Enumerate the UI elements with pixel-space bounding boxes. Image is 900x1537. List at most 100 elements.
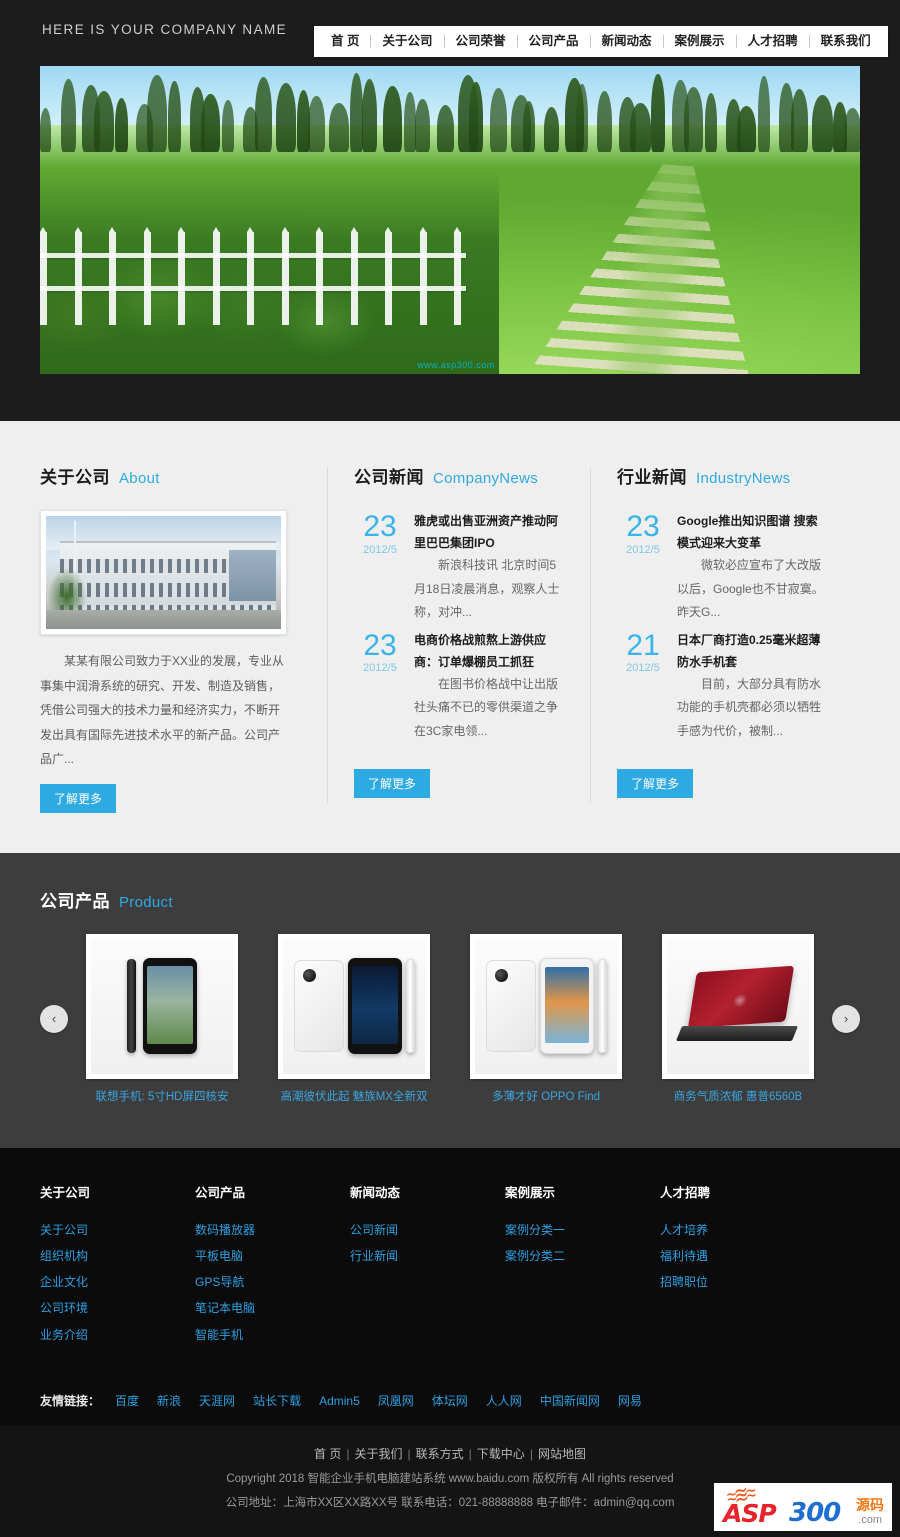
product-image[interactable] — [662, 933, 814, 1079]
hero-tree — [436, 105, 455, 153]
nav-item-0[interactable]: 首 页 — [320, 26, 370, 57]
nav-item-1[interactable]: 关于公司 — [371, 26, 443, 57]
news-date: 23 2012/5 — [617, 510, 669, 625]
fence-post — [143, 227, 151, 325]
friend-link[interactable]: 中国新闻网 — [540, 1394, 600, 1408]
product-caption[interactable]: 高潮彼伏此起 魅族MX全新双 — [278, 1088, 430, 1104]
footer-nav-separator: | — [407, 1446, 411, 1461]
nav-item-3[interactable]: 公司产品 — [518, 26, 590, 57]
product-image[interactable] — [86, 933, 238, 1079]
footer-nav-link[interactable]: 关于我们 — [355, 1447, 403, 1461]
phone-side-view — [597, 959, 607, 1054]
footer-link[interactable]: 福利待遇 — [660, 1243, 815, 1269]
footer-nav-link[interactable]: 联系方式 — [416, 1447, 464, 1461]
nav-item-4[interactable]: 新闻动态 — [591, 26, 663, 57]
products-title-en: Product — [119, 893, 173, 911]
footer-column: 公司产品 数码播放器 平板电脑 GPS导航 笔记本电脑 智能手机 — [195, 1182, 350, 1348]
copyright-bar: 首 页 | 关于我们 | 联系方式 | 下载中心 | 网站地图 Copyright 2018 智… — [0, 1425, 900, 1537]
news-item[interactable]: 23 2012/5 电商价格战煎熬上游供应商：订单爆棚员工抓狂 在图书价格战中让出版社… — [354, 629, 564, 744]
news-day: 23 — [363, 510, 397, 543]
fence-post — [316, 227, 324, 325]
photo-building-wing — [228, 549, 277, 602]
product-card[interactable]: 多薄才好 OPPO Find — [470, 933, 622, 1104]
footer-nav-link[interactable]: 网站地图 — [538, 1447, 586, 1461]
hero-tree — [811, 95, 833, 153]
news-title[interactable]: 雅虎或出售亚洲资产推动阿里巴巴集团IPO — [414, 510, 564, 554]
news-day: 23 — [363, 628, 397, 662]
about-more-button[interactable]: 了解更多 — [40, 783, 117, 813]
footer-nav-link[interactable]: 下载中心 — [477, 1447, 525, 1461]
friend-link[interactable]: 百度 — [115, 1394, 139, 1408]
product-caption[interactable]: 多薄才好 OPPO Find — [470, 1088, 622, 1104]
footer-link[interactable]: 智能手机 — [195, 1322, 350, 1348]
news-item[interactable]: 23 2012/5 Google推出知识图谱 搜索模式迎来大变革 微软必应宣布了大改版… — [617, 510, 827, 625]
footer-link[interactable]: 公司新闻 — [350, 1217, 505, 1243]
company-news-title-en: CompanyNews — [433, 470, 539, 487]
footer-nav-link[interactable]: 首 页 — [314, 1447, 341, 1461]
footer-link[interactable]: 行业新闻 — [350, 1243, 505, 1269]
news-item[interactable]: 23 2012/5 雅虎或出售亚洲资产推动阿里巴巴集团IPO 新浪科技讯 北京时间5月… — [354, 510, 564, 625]
asp-logo-cn: 源码 — [856, 1497, 884, 1514]
footer-link[interactable]: 案例分类二 — [505, 1243, 660, 1269]
nav-item-5[interactable]: 案例展示 — [664, 26, 736, 57]
hero-banner-image[interactable]: www.asp300.com — [40, 66, 860, 374]
footer-link[interactable]: GPS导航 — [195, 1269, 350, 1295]
footer-link[interactable]: 案例分类一 — [505, 1217, 660, 1243]
friend-link[interactable]: 新浪 — [157, 1394, 181, 1408]
hero-tree — [93, 91, 115, 153]
footer-link[interactable]: 组织机构 — [40, 1243, 195, 1269]
product-card[interactable]: 高潮彼伏此起 魅族MX全新双 — [278, 933, 430, 1104]
footer-link[interactable]: 人才培养 — [660, 1217, 815, 1243]
about-building-photo[interactable] — [40, 510, 287, 635]
friend-link[interactable]: 网易 — [618, 1394, 642, 1408]
footer-link[interactable]: 公司环境 — [40, 1295, 195, 1321]
footer-link[interactable]: 数码播放器 — [195, 1217, 350, 1243]
news-title[interactable]: 电商价格战煎熬上游供应商：订单爆棚员工抓狂 — [414, 629, 564, 673]
hero-tree — [147, 74, 167, 153]
hero-tree — [737, 105, 756, 153]
nav-item-6[interactable]: 人才招聘 — [737, 26, 809, 57]
friend-link[interactable]: 天涯网 — [199, 1394, 235, 1408]
footer-link[interactable]: 业务介绍 — [40, 1322, 195, 1348]
footer-column-title: 案例展示 — [505, 1185, 556, 1200]
nav-item-7[interactable]: 联系我们 — [810, 26, 882, 57]
product-card[interactable]: 商务气质浓郁 惠普6560B — [662, 933, 814, 1104]
phone-side-view — [127, 959, 136, 1054]
footer-link[interactable]: 平板电脑 — [195, 1243, 350, 1269]
carousel-prev-arrow-icon[interactable]: ‹ — [40, 1004, 68, 1033]
friend-link[interactable]: 体坛网 — [432, 1394, 468, 1408]
news-year-month: 2012/5 — [363, 662, 397, 675]
friend-link[interactable]: Admin5 — [319, 1394, 360, 1408]
industry-news-more-wrap: 了解更多 — [617, 757, 827, 799]
news-body: 日本厂商打造0.25毫米超薄防水手机套 目前，大部分具有防水功能的手机壳都必须以牺… — [669, 629, 827, 744]
industry-news-more-button[interactable]: 了解更多 — [617, 769, 694, 799]
company-news-more-button[interactable]: 了解更多 — [354, 769, 431, 799]
news-title[interactable]: 日本厂商打造0.25毫米超薄防水手机套 — [677, 629, 827, 673]
product-caption[interactable]: 联想手机: 5寸HD屏四核安 — [86, 1088, 238, 1104]
footer-link[interactable]: 企业文化 — [40, 1269, 195, 1295]
friend-link[interactable]: 人人网 — [486, 1394, 522, 1408]
product-image[interactable] — [278, 933, 430, 1079]
product-card[interactable]: 联想手机: 5寸HD屏四核安 — [86, 933, 238, 1104]
footer-column-title: 新闻动态 — [350, 1185, 401, 1200]
footer-link[interactable]: 笔记本电脑 — [195, 1295, 350, 1321]
page-root: HERE IS YOUR COMPANY NAME 首 页关于公司 公司荣誉 公司产… — [0, 0, 900, 1537]
product-caption[interactable]: 商务气质浓郁 惠普6560B — [662, 1088, 814, 1104]
nav-item-2[interactable]: 公司荣誉 — [445, 26, 517, 57]
phone-front-view — [143, 958, 197, 1055]
hero-tree — [404, 92, 416, 153]
industry-news-title-en: IndustryNews — [696, 470, 791, 487]
carousel-next-arrow-icon[interactable]: › — [832, 1004, 860, 1033]
hero-tree — [522, 100, 536, 153]
hero-tree — [469, 81, 483, 153]
hero-tree — [629, 103, 651, 153]
friend-link[interactable]: 凤凰网 — [378, 1394, 414, 1408]
news-title[interactable]: Google推出知识图谱 搜索模式迎来大变革 — [677, 510, 827, 554]
hero-tree — [651, 73, 665, 153]
footer-link[interactable]: 关于公司 — [40, 1217, 195, 1243]
product-image[interactable] — [470, 933, 622, 1079]
friend-link[interactable]: 站长下载 — [253, 1394, 301, 1408]
news-item[interactable]: 21 2012/5 日本厂商打造0.25毫米超薄防水手机套 目前，大部分具有防水功能的… — [617, 629, 827, 744]
company-news-column: 公司新闻 CompanyNews 23 2012/5 雅虎或出售亚洲资产推动阿里巴巴… — [328, 463, 590, 813]
footer-link[interactable]: 招聘职位 — [660, 1269, 815, 1295]
